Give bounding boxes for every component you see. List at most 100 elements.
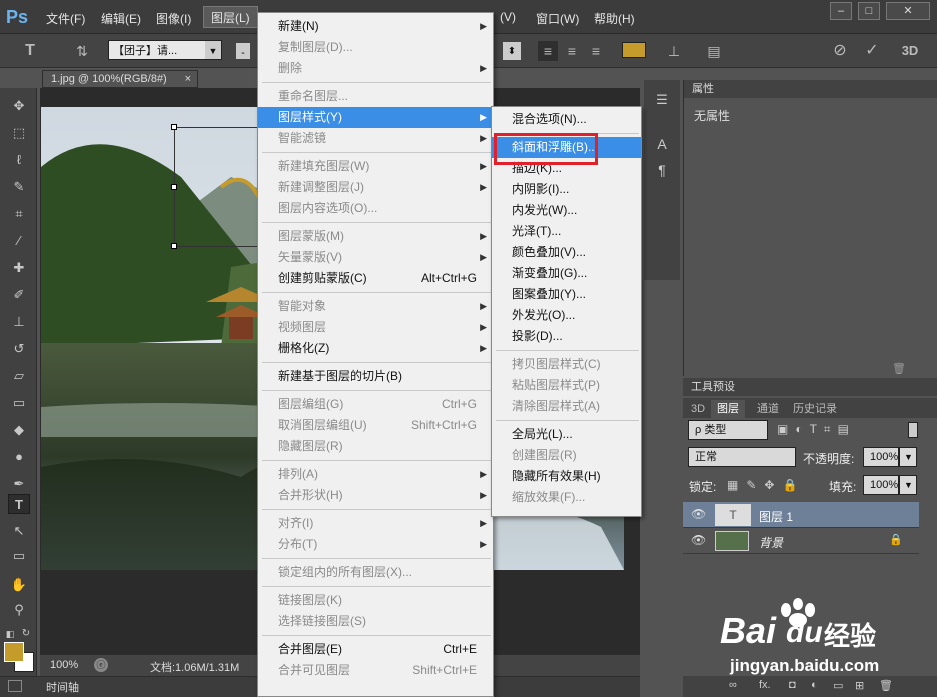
eraser-tool-icon[interactable]: ▱ [8, 366, 30, 386]
hand-tool-icon[interactable]: ✋ [8, 575, 30, 595]
layer-menu-item: 智能滤镜 ▶ [258, 128, 493, 149]
style-menu-item[interactable]: 图案叠加(Y)... [492, 284, 641, 305]
aa-select-arrow[interactable]: ⬍ [503, 42, 521, 60]
swap-colors-icon[interactable]: ↻ [20, 624, 32, 644]
blur-tool-icon[interactable]: ◆ [8, 420, 30, 440]
style-menu-item[interactable]: 混合选项(N)... [492, 109, 641, 130]
pen-tool-icon[interactable]: ✒ [8, 474, 30, 494]
layer-menu-item[interactable]: 合并图层(E) Ctrl+E [258, 639, 493, 660]
opacity-dropdown[interactable]: ▼ [899, 447, 917, 467]
visibility-eye-icon[interactable]: 👁 [691, 533, 706, 547]
history-brush-icon[interactable]: ↺ [8, 339, 30, 359]
style-menu-item[interactable]: 渐变叠加(G)... [492, 263, 641, 284]
layer-filter-icons[interactable]: ▣◐T⌗▤ [777, 422, 856, 437]
type-tool-icon[interactable]: T [20, 41, 40, 61]
tab-layers[interactable]: 图层 [711, 400, 745, 418]
close-tab-icon[interactable]: × [185, 71, 191, 87]
cancel-icon[interactable]: ⊘ [830, 41, 850, 61]
style-menu-item[interactable]: 外发光(O)... [492, 305, 641, 326]
layer-filter-select[interactable]: ρ 类型 [688, 420, 768, 440]
history-panel-icon[interactable]: ☰ [653, 92, 671, 110]
font-style-select[interactable]: - [236, 43, 250, 59]
zoom-tool-icon[interactable]: ⚲ [8, 600, 30, 620]
default-colors-icon[interactable]: ◧ [4, 624, 16, 644]
style-menu-item[interactable]: 内阴影(I)... [492, 179, 641, 200]
zoom-level[interactable]: 100% [50, 659, 78, 671]
style-menu-item[interactable]: 颜色叠加(V)... [492, 242, 641, 263]
style-menu-item[interactable]: 全局光(L)... [492, 424, 641, 445]
menu-window[interactable]: 窗口(W) [536, 10, 579, 27]
commit-icon[interactable]: ✓ [862, 41, 882, 61]
brush-tool-icon[interactable]: ✐ [8, 285, 30, 305]
style-menu-item[interactable]: 隐藏所有效果(H) [492, 466, 641, 487]
tab-3d[interactable]: 3D [685, 400, 711, 418]
font-family-select[interactable]: 【团子】请... ▼ [108, 40, 222, 60]
tab-channels[interactable]: 通道 [751, 400, 785, 418]
tool-presets-header[interactable]: 工具预设 [683, 378, 937, 396]
transform-handle[interactable] [171, 184, 177, 190]
style-menu-item[interactable]: 投影(D)... [492, 326, 641, 347]
character-panel-icon[interactable]: A [653, 136, 671, 154]
align-center-icon[interactable]: ≡ [562, 41, 582, 61]
close-window-button[interactable]: ✕ [886, 2, 930, 20]
opacity-input[interactable]: 100% [863, 447, 899, 467]
layer-menu-item: 图层编组(G) Ctrl+G [258, 394, 493, 415]
tab-history[interactable]: 历史记录 [787, 400, 843, 418]
filter-toggle[interactable] [908, 422, 918, 438]
layer-menu-item[interactable]: 栅格化(Z) ▶ [258, 338, 493, 359]
rectangle-tool-icon[interactable]: ▭ [8, 546, 30, 566]
crop-tool-icon[interactable]: ⌗ [8, 204, 30, 224]
menu-layer[interactable]: 图层(L) [203, 6, 258, 28]
gradient-tool-icon[interactable]: ▭ [8, 393, 30, 413]
info-icon[interactable]: ⓔ [94, 658, 108, 672]
transform-handle[interactable] [171, 243, 177, 249]
path-select-tool-icon[interactable]: ↖ [8, 521, 30, 541]
paragraph-panel-icon[interactable]: ¶ [653, 162, 671, 180]
visibility-eye-icon[interactable]: 👁 [691, 507, 706, 521]
layer-row-background[interactable]: 👁 背景 🔒 [683, 528, 919, 554]
move-tool-icon[interactable]: ✥ [8, 96, 30, 116]
lasso-tool-icon[interactable]: ℓ [8, 150, 30, 170]
menu-image[interactable]: 图像(I) [156, 10, 191, 27]
menu-view[interactable]: (V) [500, 10, 516, 24]
timeline-icon[interactable] [8, 680, 22, 692]
timeline-label[interactable]: 时间轴 [46, 679, 79, 695]
menu-item-label: 取消图层编组(U) [278, 418, 367, 432]
foreground-color-swatch[interactable] [4, 642, 24, 662]
menu-file[interactable]: 文件(F) [46, 10, 85, 27]
trash-icon[interactable]: 🗑 [892, 362, 906, 375]
warp-text-icon[interactable]: ⊥ [664, 41, 684, 61]
lock-icons[interactable]: ▦✎✥🔒 [727, 478, 805, 492]
3d-button[interactable]: 3D [900, 41, 920, 61]
style-menu-item[interactable]: 内发光(W)... [492, 200, 641, 221]
layer-menu-item[interactable]: 创建剪贴蒙版(C) Alt+Ctrl+G [258, 268, 493, 289]
align-right-icon[interactable]: ≡ [586, 41, 606, 61]
dodge-tool-icon[interactable]: ● [8, 447, 30, 467]
text-orientation-icon[interactable]: ⇅ [72, 41, 92, 61]
layer-row-layer1[interactable]: 👁 T 图层 1 [683, 502, 919, 528]
transform-handle[interactable] [171, 124, 177, 130]
panels-toggle-icon[interactable]: ▤ [704, 41, 724, 61]
marquee-tool-icon[interactable]: ⬚ [8, 123, 30, 143]
blend-mode-select[interactable]: 正常 [688, 447, 796, 467]
layer-menu-item[interactable]: 新建基于图层的切片(B) [258, 366, 493, 387]
style-menu-item[interactable]: 光泽(T)... [492, 221, 641, 242]
fill-dropdown[interactable]: ▼ [899, 475, 917, 495]
maximize-button[interactable]: □ [858, 2, 880, 20]
layer-name[interactable]: 背景 [759, 534, 783, 551]
layer-menu-item[interactable]: 图层样式(Y) ▶ [258, 107, 493, 128]
minimize-button[interactable]: – [830, 2, 852, 20]
text-color-swatch[interactable] [622, 42, 646, 58]
fill-input[interactable]: 100% [863, 475, 899, 495]
layer-name[interactable]: 图层 1 [759, 508, 793, 525]
quick-select-tool-icon[interactable]: ✎ [8, 177, 30, 197]
healing-tool-icon[interactable]: ✚ [8, 258, 30, 278]
eyedropper-tool-icon[interactable]: ⁄ [8, 231, 30, 251]
layer-menu-item[interactable]: 新建(N) ▶ [258, 16, 493, 37]
menu-edit[interactable]: 编辑(E) [101, 10, 141, 27]
document-tab[interactable]: 1.jpg @ 100%(RGB/8#) × [42, 70, 198, 88]
align-left-icon[interactable]: ≡ [538, 41, 558, 61]
stamp-tool-icon[interactable]: ⊥ [8, 312, 30, 332]
menu-help[interactable]: 帮助(H) [594, 10, 635, 27]
type-tool-icon[interactable]: T [8, 494, 30, 514]
